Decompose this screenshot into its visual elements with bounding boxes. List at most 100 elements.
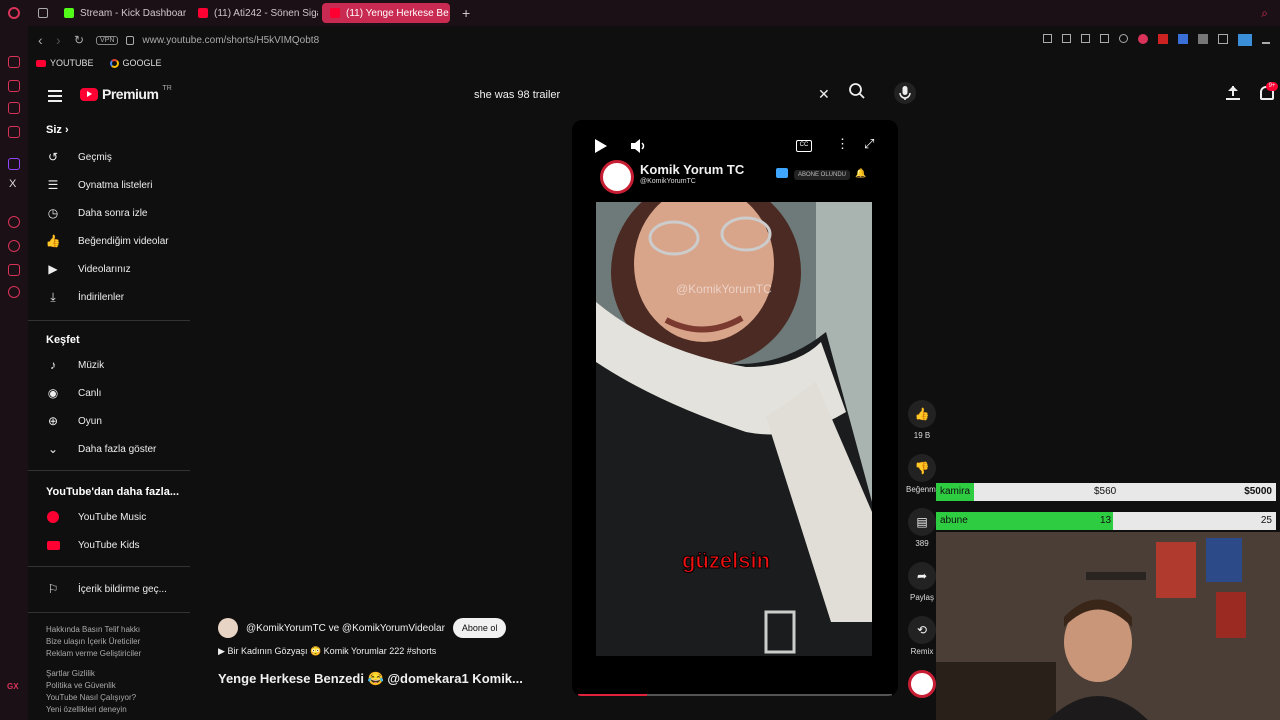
more-options-icon[interactable]: ⋮ [836, 136, 849, 152]
channel-avatar[interactable] [218, 618, 238, 638]
reload-icon[interactable]: ↻ [74, 33, 88, 47]
sidebar-item-history[interactable]: ↺ Geçmiş [46, 146, 192, 168]
adblock-icon[interactable] [1138, 34, 1148, 44]
sidebar-item-yt-kids[interactable]: YouTube Kids [46, 534, 192, 556]
footer-line[interactable]: Politika ve Güvenlik [46, 680, 186, 692]
extension-icon[interactable] [1198, 34, 1208, 44]
aria-icon[interactable] [8, 80, 20, 92]
gx-icon[interactable]: GX [7, 682, 19, 691]
video-frame[interactable] [596, 202, 872, 656]
share-action[interactable]: ➦ Paylaş [906, 562, 938, 602]
footer-line[interactable]: Yeni özellikleri deneyin [46, 704, 186, 716]
shorts-player[interactable]: CC ⋮ ⤢ Komik Yorum TC @KomikYorumTC ABON… [572, 120, 898, 696]
footer-line[interactable]: Reklam verme Geliştiriciler [46, 648, 186, 660]
like-action[interactable]: 👍 19 B [906, 400, 938, 440]
translate-icon[interactable] [1178, 34, 1188, 44]
forward-icon[interactable]: › [56, 32, 68, 48]
tab-youtube-ati[interactable]: (11) Ati242 - Sönen Sigara [190, 3, 318, 23]
youtube-logo[interactable]: Premium TR [80, 85, 172, 102]
thumbs-down-icon[interactable]: 👎 [908, 454, 936, 482]
remix-icon[interactable]: ⟲ [908, 616, 936, 644]
extensions-icon[interactable] [8, 264, 20, 276]
sidebar-item-playlists[interactable]: ☰ Oynatma listeleri [46, 174, 192, 196]
footer-line[interactable]: Hakkında Basın Telif hakkı [46, 624, 186, 636]
back-icon[interactable]: ‹ [38, 32, 50, 48]
sidebar-item-gaming[interactable]: ⊕ Oyun [46, 410, 192, 432]
channel-handle: @KomikYorumTC [640, 178, 696, 185]
you-heading[interactable]: Siz › [46, 124, 69, 136]
player-icon[interactable] [8, 216, 20, 228]
subscribe-button[interactable]: Abone ol [452, 618, 507, 638]
lock-icon[interactable] [126, 35, 135, 45]
comment-icon[interactable]: ▤ [908, 508, 936, 536]
progress-bar[interactable] [578, 694, 892, 696]
menu-icon[interactable] [48, 90, 62, 102]
bookmark-youtube[interactable]: YOUTUBE [36, 58, 94, 68]
pin-icon[interactable] [1043, 34, 1052, 43]
sidebar-item-live[interactable]: ◉ Canlı [46, 382, 192, 404]
flow-icon[interactable] [1100, 34, 1109, 43]
sound-avatar[interactable] [908, 670, 936, 698]
sidebar-item-your-videos[interactable]: ▶ Videolarınız [46, 258, 192, 280]
history-icon[interactable] [8, 240, 20, 252]
vpn-badge[interactable]: VPN [96, 35, 119, 45]
thumbs-up-icon[interactable]: 👍 [908, 400, 936, 428]
new-tab-button[interactable]: + [454, 3, 478, 23]
kick-icon [64, 8, 74, 18]
shield-icon[interactable] [1081, 34, 1090, 43]
opera-menu-button[interactable] [4, 3, 26, 23]
footer-line[interactable]: Bize ulaşın İçerik Üreticiler [46, 636, 186, 648]
search-input[interactable]: she was 98 trailer [462, 82, 836, 108]
sidebar-item-liked[interactable]: 👍 Beğendiğim videolar [46, 230, 192, 252]
footer-line[interactable]: YouTube Nasıl Çalışıyor? [46, 692, 186, 704]
sidebar-item-yt-music[interactable]: YouTube Music [46, 506, 192, 528]
twitch-icon[interactable] [8, 158, 20, 170]
thumbs-up-icon [776, 168, 788, 178]
upload-icon[interactable] [1226, 86, 1240, 100]
play-icon[interactable] [594, 138, 608, 157]
speed-dial-icon[interactable] [8, 56, 20, 68]
video-title[interactable]: Yenge Herkese Benzedi 😂 @domekara1 Komik… [218, 671, 548, 687]
channel-names[interactable]: @KomikYorumTC ve @KomikYorumVideolar [246, 623, 445, 634]
voice-search-button[interactable] [894, 82, 916, 104]
extension-icon[interactable] [1158, 34, 1168, 44]
footer-line[interactable]: Şartlar Gizlilik [46, 668, 186, 680]
tab-youtube-active[interactable]: (11) Yenge Herkese Be [322, 3, 450, 23]
search-tabs-icon[interactable]: ⌕ [1253, 3, 1276, 23]
channel-name[interactable]: Komik Yorum TC [640, 162, 744, 177]
search-button[interactable] [848, 82, 870, 104]
comments-action[interactable]: ▤ 389 [906, 508, 938, 548]
dislike-action[interactable]: 👎 Beğenme [906, 454, 940, 494]
profile-icon[interactable] [1238, 34, 1252, 46]
cc-icon[interactable]: CC [796, 140, 812, 152]
sidebar-item-report[interactable]: ⚐ İçerik bildirme geç... [46, 578, 192, 600]
x-icon[interactable]: X [9, 178, 16, 190]
fullscreen-icon[interactable]: ⤢ [864, 136, 874, 152]
sidebar-item-label: Daha sonra izle [78, 207, 148, 219]
tab-kick[interactable]: Stream - Kick Dashboard [56, 3, 186, 23]
playlist-link[interactable]: ▶ Bir Kadının Gözyaşı 😳 Komik Yorumlar 2… [218, 646, 548, 657]
heart-icon[interactable] [1119, 34, 1128, 43]
sidebar-item-label: YouTube Music [78, 511, 147, 523]
url-field[interactable]: www.youtube.com/shorts/H5kVIMQobt8 [142, 35, 319, 46]
channel-avatar[interactable] [600, 160, 634, 194]
clear-search-icon[interactable]: ✕ [818, 86, 830, 103]
download-icon[interactable] [1262, 34, 1270, 44]
snapshot-icon[interactable] [1062, 34, 1071, 43]
share-icon[interactable]: ➦ [908, 562, 936, 590]
sidebar-item-watch-later[interactable]: ◷ Daha sonra izle [46, 202, 192, 224]
tab-workspace[interactable] [30, 3, 52, 23]
settings-icon[interactable] [8, 286, 20, 298]
bell-icon[interactable]: 🔔 [855, 168, 866, 179]
subscribed-badge[interactable]: ABONE OLUNDU [794, 170, 851, 180]
sidebar-item-show-more[interactable]: ⌄ Daha fazla göster [46, 438, 192, 460]
remix-action[interactable]: ⟲ Remix [906, 616, 938, 656]
bookmarks-bar: YOUTUBE GOOGLE [28, 54, 162, 72]
sidebar-item-music[interactable]: ♪ Müzik [46, 354, 192, 376]
puzzle-icon[interactable] [1218, 34, 1228, 44]
wallet-icon[interactable] [8, 102, 20, 114]
volume-icon[interactable] [630, 138, 648, 157]
sidebar-item-downloads[interactable]: ⤓ İndirilenler [46, 286, 192, 308]
bookmark-google[interactable]: GOOGLE [109, 58, 162, 68]
messenger-icon[interactable] [8, 126, 20, 138]
